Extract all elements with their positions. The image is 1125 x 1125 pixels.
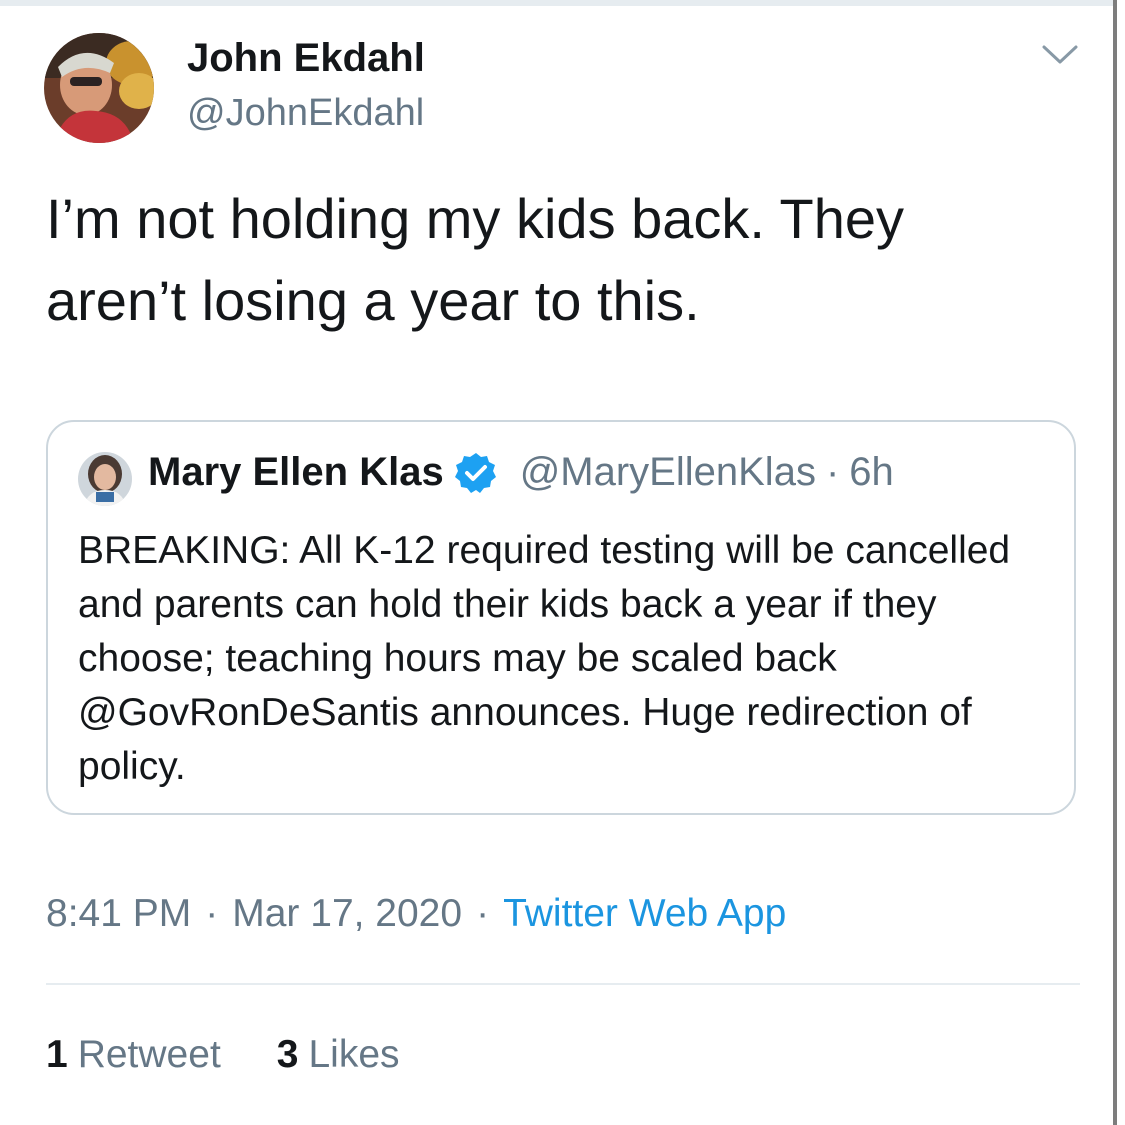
author-handle[interactable]: @JohnEkdahl	[187, 92, 424, 135]
avatar-photo-icon	[44, 33, 154, 143]
likes-count: 3	[276, 1033, 299, 1076]
tweet-text: I’m not holding my kids back. They aren’…	[46, 187, 905, 332]
quoted-author-handle[interactable]: @MaryEllenKlas	[520, 450, 816, 495]
quoted-separator: ·	[825, 450, 840, 494]
scrollbar-track[interactable]	[1113, 0, 1117, 1125]
likes-label: Likes	[308, 1033, 400, 1076]
quoted-avatar-photo-icon	[78, 452, 132, 506]
meta-separator: ·	[476, 892, 490, 935]
retweets-label: Retweet	[77, 1033, 221, 1076]
tweet-stats: 1 Retweet 3 Likes	[46, 1033, 400, 1077]
likes-stat[interactable]: 3 Likes	[277, 1033, 400, 1077]
tweet-source-link[interactable]: Twitter Web App	[503, 892, 786, 935]
retweets-stat[interactable]: 1 Retweet	[46, 1033, 221, 1077]
scrollbar[interactable]	[1113, 0, 1125, 1125]
quoted-tweet-card[interactable]: Mary Ellen Klas @MaryEllenKlas · 6h BREA…	[46, 420, 1076, 815]
quoted-tweet-header: Mary Ellen Klas @MaryEllenKlas · 6h	[148, 450, 894, 495]
divider	[46, 983, 1080, 985]
tweet-time[interactable]: 8:41 PM	[46, 892, 191, 935]
retweets-count: 1	[46, 1033, 68, 1076]
tweet-meta: 8:41 PM · Mar 17, 2020 · Twitter Web App	[46, 892, 786, 936]
author-avatar[interactable]	[44, 33, 154, 143]
meta-separator: ·	[205, 892, 219, 935]
chevron-down-icon[interactable]	[1040, 42, 1080, 68]
quoted-timestamp[interactable]: 6h	[849, 450, 894, 495]
tweet-date[interactable]: Mar 17, 2020	[232, 892, 462, 935]
author-name[interactable]: John Ekdahl	[187, 36, 425, 81]
quoted-tweet-text: BREAKING: All K-12 required testing will…	[78, 529, 1011, 788]
quoted-author-avatar[interactable]	[78, 452, 132, 506]
quoted-author-name[interactable]: Mary Ellen Klas	[148, 450, 444, 495]
top-border	[0, 0, 1125, 6]
verified-badge-icon	[454, 451, 498, 495]
